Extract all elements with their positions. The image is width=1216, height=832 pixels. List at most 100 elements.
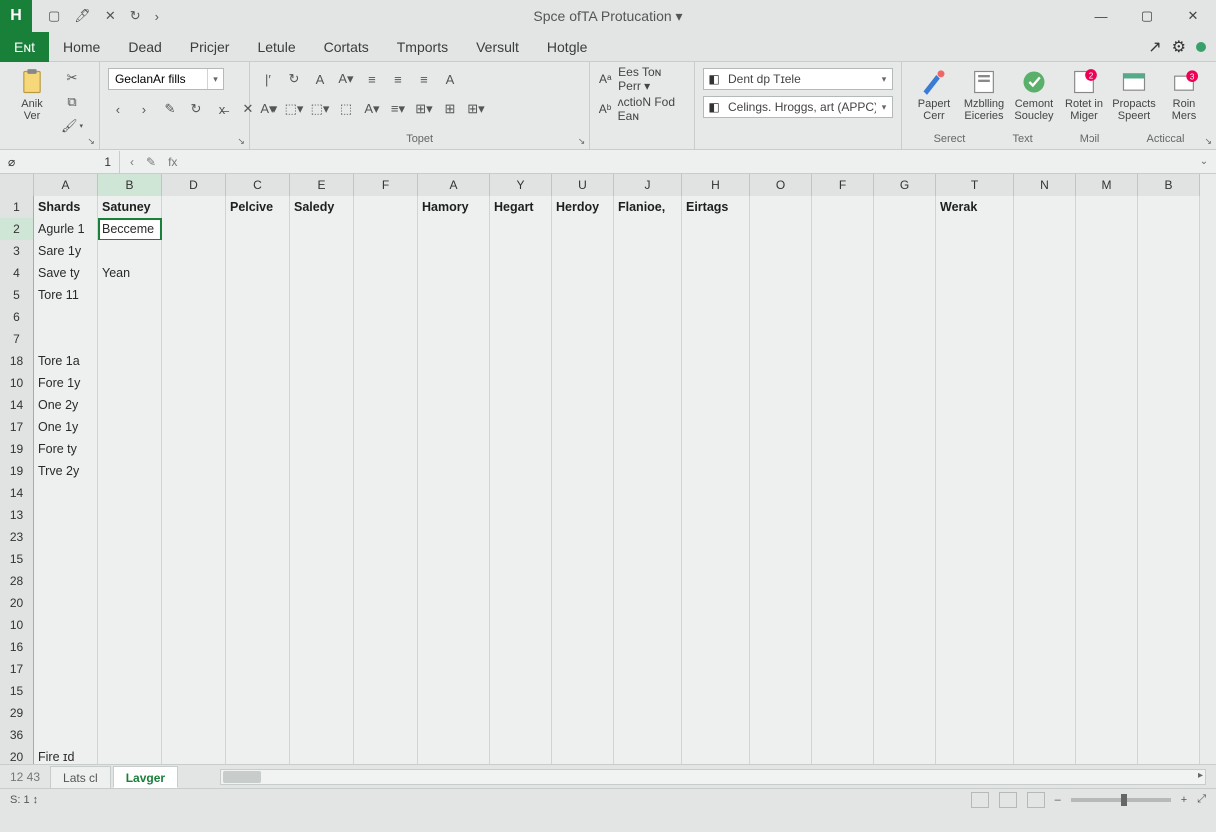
- column-header[interactable]: B: [98, 174, 162, 197]
- cell[interactable]: [874, 240, 936, 263]
- cell[interactable]: [682, 526, 750, 549]
- cell[interactable]: [812, 262, 874, 285]
- cell[interactable]: [290, 416, 354, 439]
- cell[interactable]: [1014, 372, 1076, 395]
- cell[interactable]: [290, 438, 354, 461]
- align-bot-1-icon[interactable]: ⬚▾: [284, 99, 304, 119]
- actions-launcher-icon[interactable]: ↘: [1204, 136, 1212, 147]
- row-header[interactable]: 36: [0, 724, 34, 747]
- cell[interactable]: [354, 350, 418, 373]
- cell[interactable]: [490, 328, 552, 351]
- column-header[interactable]: F: [812, 174, 874, 197]
- cell[interactable]: [290, 328, 354, 351]
- row-header[interactable]: 20: [0, 592, 34, 615]
- cell[interactable]: [354, 328, 418, 351]
- cell[interactable]: [1138, 504, 1200, 527]
- cell[interactable]: [1138, 394, 1200, 417]
- qat-more-icon[interactable]: ›: [155, 9, 159, 24]
- cell[interactable]: [354, 504, 418, 527]
- cell[interactable]: [354, 438, 418, 461]
- cell[interactable]: [418, 460, 490, 483]
- cell[interactable]: [614, 504, 682, 527]
- cell[interactable]: [1138, 284, 1200, 307]
- cell[interactable]: [98, 636, 162, 659]
- cell[interactable]: [750, 702, 812, 725]
- command-2-button[interactable]: Aᵇ ʌctioN Fod Eaɴ: [598, 96, 686, 122]
- cell[interactable]: [614, 438, 682, 461]
- align-bot-6-icon[interactable]: ⊞▾: [414, 99, 434, 119]
- maximize-button[interactable]: ▢: [1124, 0, 1170, 32]
- cell[interactable]: [614, 548, 682, 571]
- cell[interactable]: [490, 284, 552, 307]
- cell[interactable]: [552, 680, 614, 703]
- cell[interactable]: [750, 680, 812, 703]
- cell[interactable]: [1138, 438, 1200, 461]
- cell[interactable]: Pelcive: [226, 196, 290, 219]
- cell[interactable]: [162, 460, 226, 483]
- cell[interactable]: [552, 570, 614, 593]
- cell[interactable]: Fore 1y: [34, 372, 98, 395]
- cell[interactable]: [750, 328, 812, 351]
- cell[interactable]: [1138, 702, 1200, 725]
- cell[interactable]: [226, 328, 290, 351]
- cell[interactable]: [812, 460, 874, 483]
- cell[interactable]: [418, 504, 490, 527]
- cell[interactable]: [682, 460, 750, 483]
- row-header[interactable]: 15: [0, 548, 34, 571]
- cell[interactable]: [812, 614, 874, 637]
- select-all-corner[interactable]: [0, 174, 34, 197]
- cell[interactable]: [936, 702, 1014, 725]
- cell[interactable]: Tore 11: [34, 284, 98, 307]
- cell[interactable]: [874, 482, 936, 505]
- cell[interactable]: [936, 548, 1014, 571]
- cell[interactable]: [1138, 614, 1200, 637]
- ribbon-collapse-icon[interactable]: ↗: [1148, 37, 1161, 57]
- cell[interactable]: [490, 394, 552, 417]
- cell[interactable]: [1014, 680, 1076, 703]
- cell[interactable]: [812, 504, 874, 527]
- cell[interactable]: [812, 328, 874, 351]
- cell[interactable]: [354, 526, 418, 549]
- cell[interactable]: [354, 570, 418, 593]
- cell[interactable]: [936, 438, 1014, 461]
- cell[interactable]: [874, 284, 936, 307]
- cell[interactable]: [750, 284, 812, 307]
- cell[interactable]: [98, 526, 162, 549]
- cell[interactable]: [162, 702, 226, 725]
- font-tool-3-icon[interactable]: ↻: [186, 99, 206, 119]
- cell[interactable]: [34, 328, 98, 351]
- chevron-down-icon[interactable]: ▾: [876, 102, 892, 113]
- cell[interactable]: [490, 570, 552, 593]
- row-header[interactable]: 3: [0, 240, 34, 263]
- cell[interactable]: [226, 218, 290, 241]
- row-header[interactable]: 17: [0, 658, 34, 681]
- cell[interactable]: [290, 240, 354, 263]
- align-bot-5-icon[interactable]: ≡▾: [388, 99, 408, 119]
- cell[interactable]: [614, 262, 682, 285]
- cell[interactable]: [162, 240, 226, 263]
- cell[interactable]: [1014, 350, 1076, 373]
- cell[interactable]: [812, 636, 874, 659]
- cell[interactable]: [490, 240, 552, 263]
- cell[interactable]: [162, 438, 226, 461]
- ribbon-tab-dead[interactable]: Dead: [114, 32, 175, 62]
- cell[interactable]: [750, 658, 812, 681]
- cell[interactable]: [1076, 372, 1138, 395]
- cell[interactable]: [812, 548, 874, 571]
- cell[interactable]: [98, 240, 162, 263]
- command-1-button[interactable]: Aᵃ Ees Toɴ Perr ▾: [598, 66, 686, 92]
- clipboard-launcher-icon[interactable]: ↘: [87, 136, 95, 147]
- cell[interactable]: [936, 504, 1014, 527]
- cell[interactable]: [354, 702, 418, 725]
- cell[interactable]: [936, 526, 1014, 549]
- cell[interactable]: [936, 350, 1014, 373]
- cell[interactable]: [1076, 306, 1138, 329]
- align-top-7-icon[interactable]: A: [440, 69, 460, 89]
- cell[interactable]: [490, 438, 552, 461]
- zoom-fit-icon[interactable]: ⤢: [1197, 793, 1206, 806]
- cell[interactable]: [354, 482, 418, 505]
- cell[interactable]: [290, 350, 354, 373]
- cell[interactable]: [98, 548, 162, 571]
- cell[interactable]: [614, 592, 682, 615]
- cell[interactable]: [1138, 350, 1200, 373]
